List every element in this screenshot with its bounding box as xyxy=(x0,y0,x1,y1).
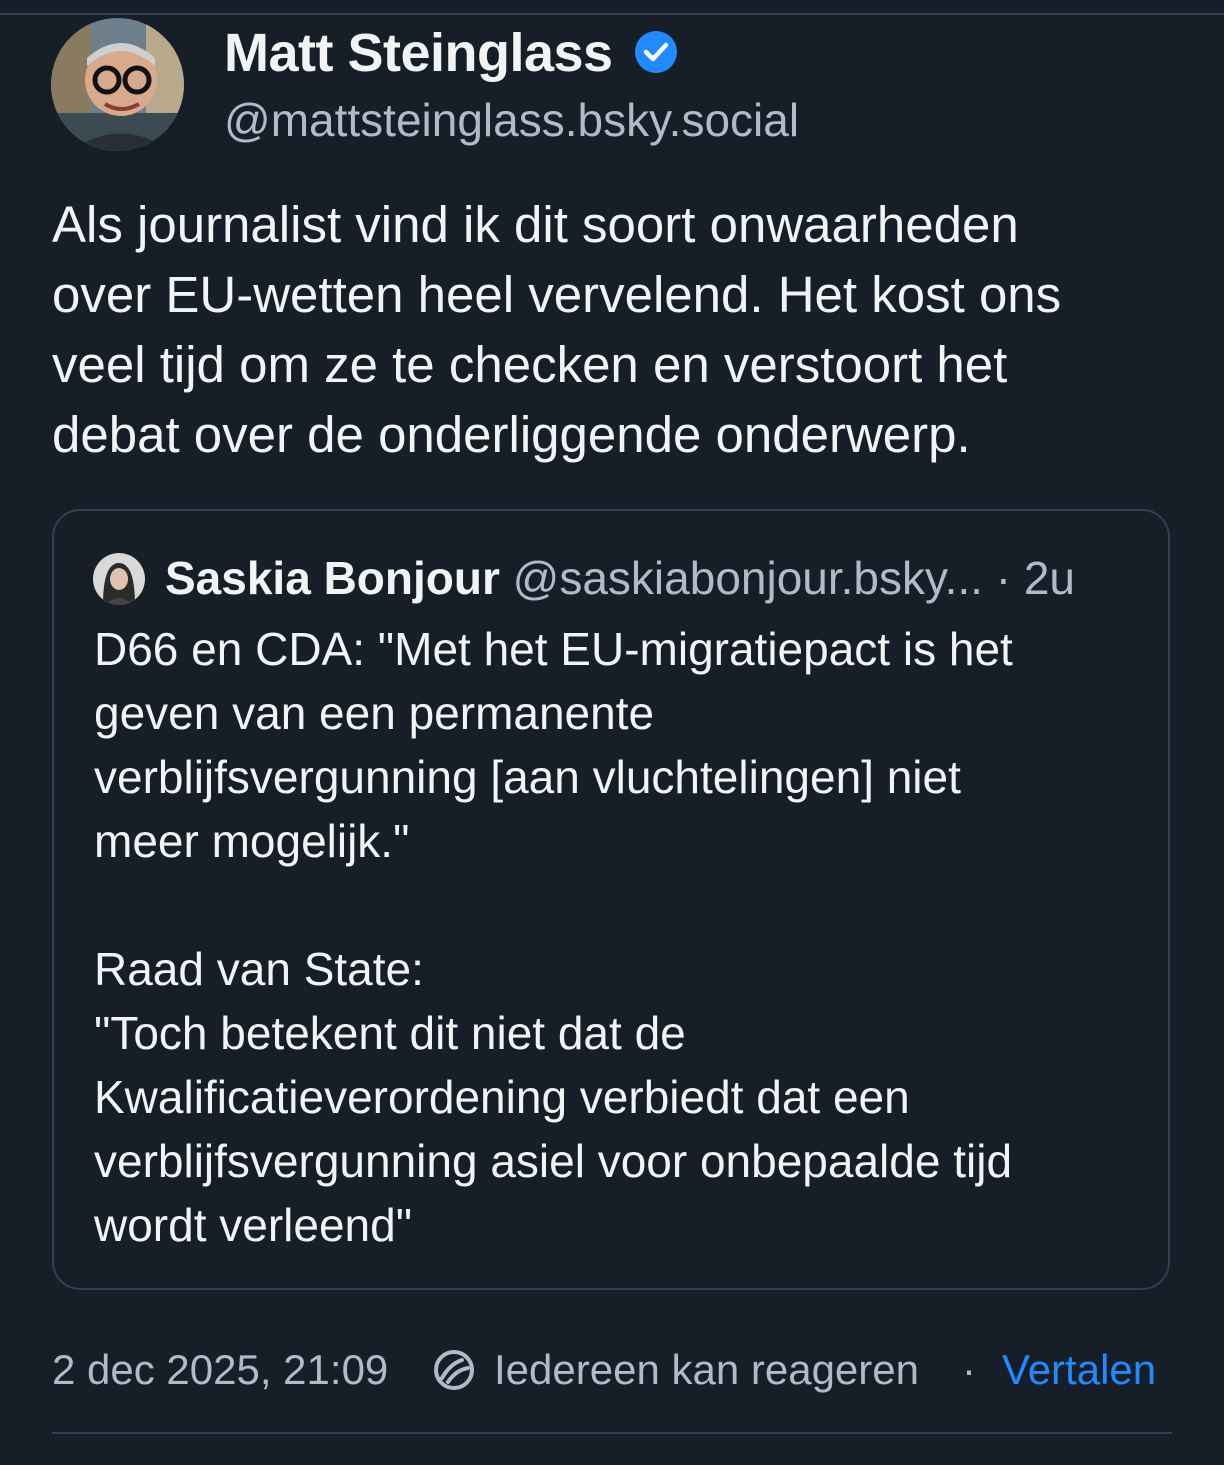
quoted-author-avatar[interactable] xyxy=(93,553,145,605)
quoted-post[interactable]: Saskia Bonjour @saskiabonjour.bsky... · … xyxy=(52,509,1170,1290)
author-handle[interactable]: @mattsteinglass.bsky.social xyxy=(224,92,799,148)
quoted-post-header: Saskia Bonjour @saskiabonjour.bsky... · … xyxy=(165,547,1135,609)
quoted-author-handle[interactable]: @saskiabonjour.bsky... xyxy=(513,552,983,604)
verified-badge-icon[interactable] xyxy=(634,30,678,74)
reply-setting-label[interactable]: Iedereen kan reageren xyxy=(494,1340,919,1400)
quoted-post-text: D66 en CDA: "Met het EU-migratiepact is … xyxy=(94,623,1013,1251)
translate-link[interactable]: Vertalen xyxy=(1002,1340,1156,1400)
author-name[interactable]: Matt Steinglass xyxy=(224,20,613,86)
top-divider xyxy=(0,13,1224,15)
reply-settings-icon xyxy=(432,1348,476,1392)
bottom-divider xyxy=(52,1432,1172,1434)
author-avatar[interactable] xyxy=(51,18,184,151)
quoted-post-time[interactable]: 2u xyxy=(1024,552,1075,604)
post-text: Als journalist vind ik dit soort onwaarh… xyxy=(52,196,1062,463)
post-meta: 2 dec 2025, 21:09 Iedereen kan reageren … xyxy=(52,1340,1172,1400)
quoted-separator: · xyxy=(982,552,1024,604)
quoted-author-name[interactable]: Saskia Bonjour xyxy=(165,552,500,604)
meta-separator: · xyxy=(962,1346,976,1393)
post-timestamp[interactable]: 2 dec 2025, 21:09 xyxy=(52,1340,388,1400)
